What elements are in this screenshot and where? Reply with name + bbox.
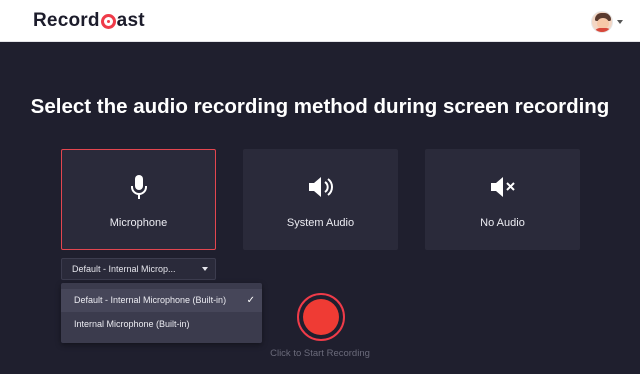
- record-dot-icon: [303, 299, 339, 335]
- microphone-icon: [130, 175, 147, 199]
- method-label: No Audio: [480, 217, 525, 229]
- dropdown-option[interactable]: Internal Microphone (Built-in): [61, 313, 262, 336]
- brand-text-left: Record: [33, 10, 100, 31]
- brand-logo[interactable]: Record ast: [33, 10, 145, 32]
- speaker-muted-icon: [490, 177, 515, 197]
- page-title: Select the audio recording method during…: [30, 95, 610, 118]
- method-label: Microphone: [109, 217, 168, 229]
- microphone-dropdown-menu: Default - Internal Microphone (Built-in)…: [61, 283, 262, 343]
- method-card-system-audio[interactable]: System Audio: [243, 149, 398, 250]
- account-menu-chevron-icon[interactable]: [617, 20, 623, 24]
- method-label: System Audio: [286, 217, 355, 229]
- avatar[interactable]: [591, 11, 613, 33]
- microphone-select-value: Default - Internal Microp...: [72, 264, 176, 274]
- start-recording-button[interactable]: [297, 293, 345, 341]
- speaker-icon: [308, 177, 333, 197]
- method-card-microphone[interactable]: Microphone: [61, 149, 216, 250]
- start-recording-caption: Click to Start Recording: [270, 348, 370, 359]
- dropdown-option[interactable]: Default - Internal Microphone (Built-in)…: [61, 289, 262, 312]
- dropdown-option-label: Default - Internal Microphone (Built-in): [74, 295, 227, 305]
- brand-text-right: ast: [116, 10, 145, 31]
- method-card-no-audio[interactable]: No Audio: [425, 149, 580, 250]
- checkmark-icon: ✓: [246, 295, 255, 306]
- chevron-down-icon: [202, 267, 208, 271]
- dropdown-option-label: Internal Microphone (Built-in): [74, 319, 190, 329]
- top-bar: Record ast: [0, 0, 640, 42]
- brand-record-icon: [100, 13, 116, 29]
- microphone-select[interactable]: Default - Internal Microp...: [61, 258, 216, 280]
